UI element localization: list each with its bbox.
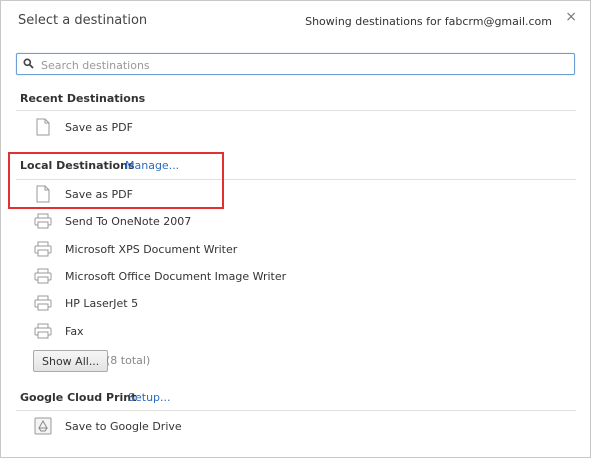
destination-label: Save as PDF <box>65 187 133 201</box>
printer-icon <box>34 211 52 231</box>
destination-dialog: Select a destination Showing destination… <box>0 0 591 458</box>
destination-label: Microsoft Office Document Image Writer <box>65 269 287 283</box>
destination-row-save-as-pdf[interactable]: Save as PDF <box>34 183 434 205</box>
destination-row-office-image-writer[interactable]: Microsoft Office Document Image Writer <box>34 265 434 287</box>
search-icon <box>23 58 34 69</box>
destination-row-fax[interactable]: Fax <box>34 320 434 342</box>
pdf-document-icon <box>34 117 52 137</box>
setup-link[interactable]: Setup... <box>128 391 171 404</box>
destination-row-onenote[interactable]: Send To OneNote 2007 <box>34 210 434 232</box>
pdf-document-icon <box>34 184 52 204</box>
close-icon[interactable]: × <box>565 9 577 25</box>
google-drive-icon <box>34 416 52 436</box>
destination-row-google-drive[interactable]: Save to Google Drive <box>34 415 434 437</box>
search-input[interactable] <box>39 56 563 74</box>
printer-icon <box>34 266 52 286</box>
show-all-button[interactable]: Show All... <box>33 350 109 372</box>
search-box <box>16 53 575 75</box>
divider <box>16 410 576 411</box>
destination-label: Microsoft XPS Document Writer <box>65 242 238 256</box>
destination-label: Save as PDF <box>65 120 133 134</box>
destination-label: Save to Google Drive <box>65 419 182 433</box>
destination-row-hp-laserjet[interactable]: HP LaserJet 5 <box>34 292 434 314</box>
printer-icon <box>34 293 52 313</box>
printer-icon <box>34 239 52 259</box>
account-info: Showing destinations for fabcrm@gmail.co… <box>305 15 552 28</box>
destination-row-recent-save-as-pdf[interactable]: Save as PDF <box>34 116 434 138</box>
destination-row-xps-writer[interactable]: Microsoft XPS Document Writer <box>34 238 434 260</box>
section-title-cloud: Google Cloud Print <box>20 391 137 404</box>
destination-label: Fax <box>65 324 84 338</box>
total-count: (8 total) <box>106 354 151 367</box>
destination-label: HP LaserJet 5 <box>65 296 139 310</box>
destination-label: Send To OneNote 2007 <box>65 214 192 228</box>
divider <box>16 110 576 111</box>
dialog-title: Select a destination <box>18 13 148 28</box>
section-title-recent: Recent Destinations <box>20 92 146 105</box>
printer-icon <box>34 321 52 341</box>
